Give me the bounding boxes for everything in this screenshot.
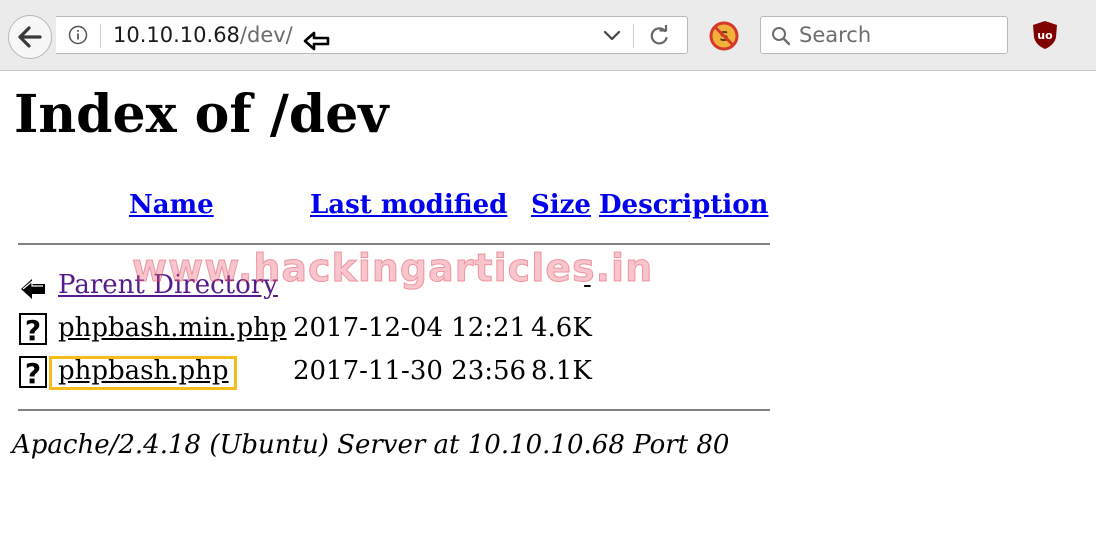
noscript-icon[interactable]: S: [708, 20, 740, 52]
search-input[interactable]: Search: [799, 23, 871, 47]
browser-toolbar: 10.10.10.68/dev/ S Search uo: [0, 0, 1096, 71]
chevron-down-icon[interactable]: [603, 29, 621, 43]
url-bar[interactable]: 10.10.10.68/dev/: [56, 16, 688, 54]
column-header-description[interactable]: Description: [599, 190, 768, 220]
file-modified: 2017-11-30 23:56: [293, 356, 527, 386]
url-separator: [633, 24, 634, 48]
column-header-size[interactable]: Size: [531, 190, 591, 220]
reload-icon[interactable]: [648, 25, 670, 47]
url-separator: [100, 24, 101, 48]
list-item-link[interactable]: phpbash.php: [58, 356, 229, 386]
info-icon[interactable]: [68, 25, 88, 45]
server-signature: Apache/2.4.18 (Ubuntu) Server at 10.10.1…: [12, 430, 730, 460]
unknown-file-icon: ?: [19, 356, 47, 388]
mouse-cursor-icon: [303, 31, 330, 51]
svg-text:?: ?: [25, 314, 41, 345]
search-bar[interactable]: Search: [760, 16, 1008, 54]
watermark: www.hackingarticles.in: [131, 246, 654, 291]
url-text[interactable]: 10.10.10.68/dev/: [113, 23, 293, 47]
back-arrow-icon: [18, 26, 42, 48]
url-host: 10.10.10.68: [113, 23, 240, 47]
search-icon: [772, 27, 791, 46]
ublock-origin-icon[interactable]: uo: [1032, 20, 1058, 50]
list-item-link[interactable]: phpbash.min.php: [58, 313, 287, 343]
table-divider-bottom: [18, 409, 770, 411]
column-header-name[interactable]: Name: [129, 190, 214, 220]
table-divider-top: [18, 243, 770, 245]
unknown-file-icon: ?: [19, 313, 47, 345]
url-path: /dev/: [239, 23, 293, 47]
column-header-last-modified[interactable]: Last modified: [310, 190, 507, 220]
file-size: 4.6K: [531, 313, 592, 343]
svg-text:?: ?: [25, 357, 41, 388]
file-modified: 2017-12-04 12:21: [293, 313, 527, 343]
file-size: 8.1K: [531, 356, 592, 386]
svg-text:uo: uo: [1037, 29, 1053, 42]
back-folder-icon: [21, 279, 45, 299]
back-button[interactable]: [8, 15, 52, 59]
page-title: Index of /dev: [14, 84, 389, 145]
